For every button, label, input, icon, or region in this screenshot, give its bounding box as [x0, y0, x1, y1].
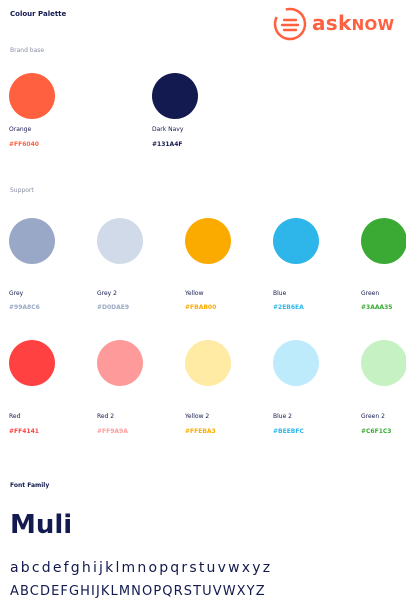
lowercase-alphabet: abcdefghijklmnopqrstuvwxyz	[10, 560, 273, 576]
swatch-circle-blue	[273, 218, 319, 264]
swatch-circle-yellow	[185, 218, 231, 264]
swatch-name: Red 2	[97, 413, 115, 420]
swatch-name: Red	[9, 413, 21, 420]
swatch-circle-orange	[9, 73, 55, 119]
swatch-hex-code: #D0DAE9	[97, 304, 130, 311]
swatch-hex-code: #3AAA35	[361, 304, 393, 311]
font-family-label: Font Family	[10, 482, 50, 489]
swatch-circle-blue-2	[273, 340, 319, 386]
swatch-circle-grey	[9, 218, 55, 264]
swatch-circle-dark-navy	[152, 73, 198, 119]
swatch-hex-code: #FF6040	[9, 141, 39, 148]
swatch-name: Orange	[9, 126, 32, 133]
swatch-circle-red	[9, 340, 55, 386]
logo-text-tail: now	[351, 16, 395, 34]
swatch-name: Grey	[9, 290, 24, 297]
swatch-name: Grey 2	[97, 290, 117, 297]
swatch-circle-red-2	[97, 340, 143, 386]
swatch-circle-yellow-2	[185, 340, 231, 386]
swatch-name: Blue	[273, 290, 287, 297]
logo-text-main: ask	[312, 11, 352, 35]
swatch-name: Yellow	[185, 290, 204, 297]
swatch-hex-code: #FFEBA3	[185, 428, 216, 435]
support-label: Support	[10, 187, 34, 194]
swatch-circle-grey-2	[97, 218, 143, 264]
swatch-name: Blue 2	[273, 413, 293, 420]
swatch-hex-code: #C6F1C3	[361, 428, 392, 435]
swatch-hex-code: #FBAB00	[185, 304, 217, 311]
swatch-hex-code: #2EB6EA	[273, 304, 304, 311]
swatch-name: Yellow 2	[185, 413, 210, 420]
uppercase-alphabet: ABCDEFGHIJKLMNOPQRSTUVWXYZ	[10, 584, 266, 599]
asknow-logo-icon	[273, 7, 307, 41]
asknow-logo: asknow	[272, 6, 402, 42]
swatch-hex-code: #BEEBFC	[273, 428, 304, 435]
swatch-hex-code: #131A4F	[152, 141, 183, 148]
page-title: Colour Palette	[10, 10, 67, 18]
swatch-circle-green	[361, 218, 406, 264]
swatch-hex-code: #FF4141	[9, 428, 39, 435]
swatch-hex-code: #99A8C6	[9, 304, 40, 311]
swatch-name: Dark Navy	[152, 126, 184, 133]
swatch-name: Green	[361, 290, 380, 297]
brand-base-label: Brand base	[10, 47, 45, 54]
asknow-logo-text: asknow	[312, 9, 394, 39]
swatch-hex-code: #FF9A9A	[97, 428, 128, 435]
swatch-circle-green-2	[361, 340, 406, 386]
font-family-name: Muli	[10, 510, 73, 540]
swatch-name: Green 2	[361, 413, 385, 420]
